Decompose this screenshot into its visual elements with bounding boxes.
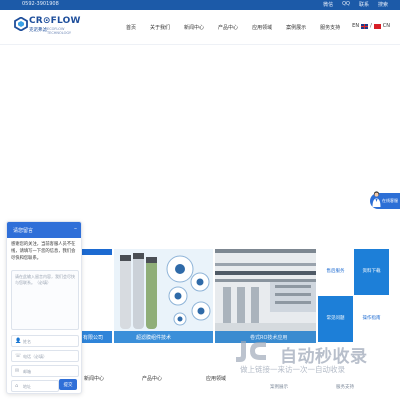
card-caption-bar: 有限公司 [82,331,112,343]
location-icon: ⌂ [15,383,19,389]
submit-label: 提交 [63,383,73,388]
main-nav: 首页 关于我们 新闻中心 产品中心 应用领域 案例展示 服务支持 [126,24,354,31]
footer-link-support[interactable]: 服务支持 [336,384,354,390]
footer-link-applications[interactable]: 应用领域 [206,375,226,382]
message-widget-header: 请您留言 – [7,222,81,238]
lang-separator: / [370,23,372,29]
card-stripe [82,249,112,255]
page: 0592-3901908 微信 QQ 联系 搜索 CR⊙FLOW 克诺弗滤 EC… [0,0,400,400]
card-caption-bar: 超滤膜组件技术 [114,331,213,343]
lang-cn[interactable]: CN [383,23,390,29]
name-placeholder: 姓名 [23,339,31,344]
nav-products[interactable]: 产品中心 [218,24,238,31]
service-agent-icon [372,191,381,207]
footer-link-products[interactable]: 产品中心 [142,375,162,382]
nav-support[interactable]: 服务支持 [320,24,340,31]
tile-after-sales[interactable]: 售后服务 [318,249,353,295]
nav-applications[interactable]: 应用领域 [252,24,272,31]
membrane-modules-image [114,249,213,331]
tile-label: 操作指南 [362,316,381,321]
online-service-label: 在线客服 [382,198,398,203]
mail-icon: ✉ [15,368,20,374]
top-bar: 0592-3901908 微信 QQ 联系 搜索 [0,0,400,10]
message-widget: 请您留言 – 感谢您的关注，当前客服人员不在线，请填写一下您的信息，我们会尽快和… [6,221,82,394]
card-caption: 超滤膜组件技术 [136,335,172,341]
footer-link-cases[interactable]: 案例展示 [270,384,288,390]
language-switch: EN / CN [352,23,390,29]
email-field[interactable]: ✉ 邮箱 [11,365,79,377]
address-placeholder: 地址 [23,384,31,389]
card-membrane[interactable]: 超滤膜组件技术 [114,249,213,343]
site-header: CR⊙FLOW 克诺弗滤 ECOFLOW TECHNOLOGY 首页 关于我们 … [0,10,400,45]
logo-en: ECOFLOW TECHNOLOGY [47,27,72,35]
logo-cn: 克诺弗滤 [29,28,47,33]
watermark-subtitle: 做上链接一来访一次一自动收录 [240,365,345,374]
tile-downloads[interactable]: 资料下载 [354,249,389,295]
top-link-wechat[interactable]: 微信 [323,1,333,8]
phone-icon: ☏ [15,353,22,359]
tile-label: 资料下载 [362,269,381,274]
minimize-icon[interactable]: – [74,225,77,232]
top-link-contact[interactable]: 联系 [359,1,369,8]
name-field[interactable]: 👤 姓名 [11,335,79,347]
tile-label: 售后服务 [326,269,345,274]
top-link-search[interactable]: 搜索 [378,1,388,8]
uk-flag-icon[interactable] [361,23,369,29]
phone-number: 0592-3901908 [22,1,59,7]
cn-flag-icon[interactable] [373,23,381,29]
card-ro-system[interactable]: 卷式RO技术应用 [215,249,316,343]
card-company[interactable]: 有限公司 [82,249,112,343]
lang-en[interactable]: EN [352,23,359,29]
phone-placeholder: 电话（必填） [23,354,47,359]
factory-pipes-image [215,249,316,331]
phone-field[interactable]: ☏ 电话（必填） [11,350,79,362]
site-logo[interactable]: CR⊙FLOW 克诺弗滤 ECOFLOW TECHNOLOGY [14,15,84,41]
service-tiles: 售后服务 资料下载 常见问题 操作指南 [318,249,390,343]
message-textarea[interactable]: 请在此输入留言内容，我们会尽快与您联系。（必填） [11,270,79,330]
online-service-button[interactable]: 在线客服 [370,191,400,209]
email-placeholder: 邮箱 [23,369,31,374]
nav-news[interactable]: 新闻中心 [184,24,204,31]
nav-about[interactable]: 关于我们 [150,24,170,31]
message-widget-title: 请您留言 [13,228,34,234]
logo-mark-icon [14,17,28,31]
tile-label: 常见问题 [326,316,345,321]
logo-name: CR⊙FLOW [29,16,81,26]
hero-banner [0,45,400,250]
submit-button[interactable]: 提交 [59,379,77,390]
watermark: 自动秒收录 做上链接一来访一次一自动收录 [230,336,390,376]
top-links: 微信 QQ 联系 搜索 [323,1,388,8]
footer-link-news[interactable]: 新闻中心 [84,375,104,382]
top-link-qq[interactable]: QQ [342,1,350,8]
message-placeholder: 请在此输入留言内容，我们会尽快与您联系。（必填） [15,274,75,285]
card-caption: 有限公司 [83,335,104,341]
address-field[interactable]: ⌂ 地址 [11,380,59,392]
nav-home[interactable]: 首页 [126,24,136,31]
offline-notice: 感谢您的关注，当前客服人员不在线，请填写一下您的信息，我们会尽快和您联系。 [11,242,76,261]
nav-cases[interactable]: 案例展示 [286,24,306,31]
user-icon: 👤 [15,338,22,344]
watermark-logo-icon [236,341,266,362]
